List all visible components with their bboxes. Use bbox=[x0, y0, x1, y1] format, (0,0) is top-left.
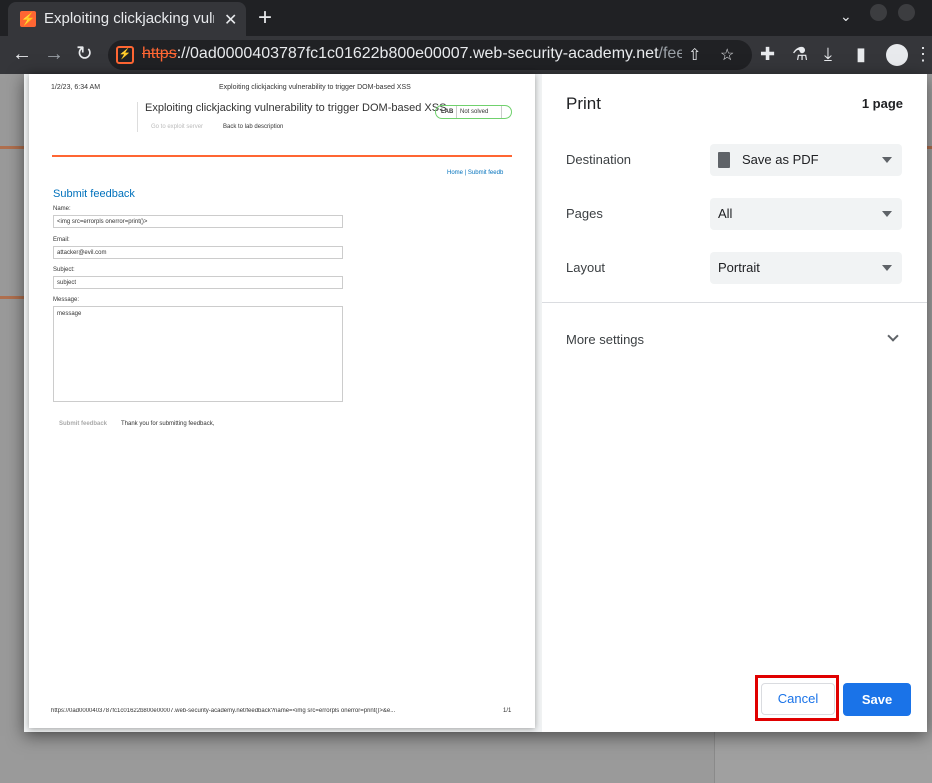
dialog-title: Print bbox=[566, 94, 601, 113]
lab-badge-label: LAB bbox=[441, 109, 454, 115]
back-arrow-icon[interactable]: ← bbox=[12, 43, 32, 65]
lab-status: Not solved bbox=[456, 106, 502, 118]
tab-title: Exploiting clickjacking vulne bbox=[44, 10, 214, 27]
layout-value: Portrait bbox=[718, 260, 760, 275]
form-heading: Submit feedback bbox=[53, 188, 135, 200]
destination-label: Destination bbox=[566, 152, 632, 167]
footer-url: https://0ad0000403787fc1c01622b800e00007… bbox=[51, 708, 396, 714]
pages-select[interactable]: All bbox=[710, 198, 902, 230]
print-preview: 1/2/23, 6:34 AM Exploiting clickjacking … bbox=[24, 74, 542, 732]
lightning-icon: ⚡ bbox=[20, 11, 36, 27]
header-title: Exploiting clickjacking vulnerability to… bbox=[219, 84, 411, 91]
layout-select[interactable]: Portrait bbox=[710, 252, 902, 284]
preview-nav: Home | Submit feedb bbox=[447, 170, 503, 176]
message-label: Message: bbox=[53, 297, 80, 303]
lab-divider bbox=[137, 102, 138, 132]
document-icon bbox=[718, 152, 730, 168]
menu-dots-icon[interactable]: ⋮ bbox=[914, 44, 932, 65]
chevron-down-icon bbox=[882, 157, 892, 163]
print-dialog: 1/2/23, 6:34 AM Exploiting clickjacking … bbox=[24, 74, 927, 732]
forward-arrow-icon[interactable]: → bbox=[44, 43, 64, 65]
destination-value: Save as PDF bbox=[742, 152, 819, 167]
lab-flask-icon[interactable]: ⚗ bbox=[792, 44, 808, 65]
tab-search-icon[interactable]: ⌄ bbox=[840, 8, 852, 25]
preview-page: 1/2/23, 6:34 AM Exploiting clickjacking … bbox=[29, 74, 535, 728]
subject-field: subject bbox=[53, 276, 343, 289]
maximize-button[interactable] bbox=[898, 4, 915, 21]
extensions-icon[interactable]: ✚ bbox=[760, 44, 775, 65]
share-icon[interactable]: ⇧ bbox=[688, 45, 701, 65]
bookmark-star-icon[interactable]: ☆ bbox=[720, 45, 734, 65]
save-button[interactable]: Save bbox=[843, 683, 911, 716]
pages-value: All bbox=[718, 206, 733, 221]
profile-avatar[interactable] bbox=[886, 44, 908, 66]
orange-rule bbox=[52, 155, 512, 157]
name-label: Name: bbox=[53, 206, 71, 212]
tab-strip: ⚡ Exploiting clickjacking vulne ✕ + ⌄ bbox=[0, 0, 932, 36]
back-to-lab-link: Back to lab description bbox=[223, 124, 284, 130]
email-field: attacker@evil.com bbox=[53, 246, 343, 259]
address-bar[interactable]: ⚡ https://0ad0000403787fc1c01622b800e000… bbox=[108, 40, 752, 70]
side-panel-icon[interactable]: ▮ bbox=[856, 44, 866, 65]
message-field: message bbox=[53, 306, 343, 402]
settings-divider bbox=[542, 302, 927, 303]
browser-toolbar: ← → ↻ ⚡ https://0ad0000403787fc1c01622b8… bbox=[0, 36, 932, 74]
page-count: 1 page bbox=[861, 96, 903, 111]
print-settings-panel: Print 1 page Destination Save as PDF Pag… bbox=[542, 74, 927, 732]
new-tab-button[interactable]: + bbox=[258, 4, 272, 32]
destination-select[interactable]: Save as PDF bbox=[710, 144, 902, 176]
exploit-server-link: Go to exploit server bbox=[151, 124, 204, 130]
chevron-down-icon[interactable] bbox=[887, 330, 899, 342]
email-label: Email: bbox=[53, 237, 70, 243]
subject-label: Subject: bbox=[53, 267, 75, 273]
pages-label: Pages bbox=[566, 206, 603, 221]
background-orange-rule-2 bbox=[0, 296, 24, 299]
browser-tab[interactable]: ⚡ Exploiting clickjacking vulne ✕ bbox=[8, 2, 246, 36]
more-settings-toggle[interactable]: More settings bbox=[566, 332, 644, 347]
close-tab-icon[interactable]: ✕ bbox=[224, 10, 237, 30]
url-text: https://0ad0000403787fc1c01622b800e00007… bbox=[142, 45, 682, 62]
footer-page-number: 1/1 bbox=[503, 708, 512, 714]
minimize-button[interactable] bbox=[870, 4, 887, 21]
warning-icon[interactable]: ⚡ bbox=[116, 46, 134, 64]
header-date: 1/2/23, 6:34 AM bbox=[51, 84, 101, 91]
name-field: <img src=errorpls onerror=print()> bbox=[53, 215, 343, 228]
nav-submit-feedback: Submit feedb bbox=[467, 170, 504, 176]
layout-label: Layout bbox=[566, 260, 606, 275]
chevron-down-icon bbox=[882, 211, 892, 217]
lab-status-badge: LAB Not solved bbox=[435, 105, 512, 119]
cancel-button[interactable]: Cancel bbox=[761, 683, 835, 715]
reload-icon[interactable]: ↻ bbox=[76, 43, 93, 65]
lab-title: Exploiting clickjacking vulnerability to… bbox=[145, 102, 447, 114]
submit-feedback-button: Submit feedback bbox=[59, 421, 108, 427]
chevron-down-icon bbox=[882, 265, 892, 271]
nav-separator: | bbox=[464, 170, 467, 176]
thanks-message: Thank you for submitting feedback, bbox=[121, 421, 215, 427]
nav-home: Home bbox=[447, 170, 464, 176]
download-icon[interactable]: ⤓ bbox=[824, 44, 832, 65]
